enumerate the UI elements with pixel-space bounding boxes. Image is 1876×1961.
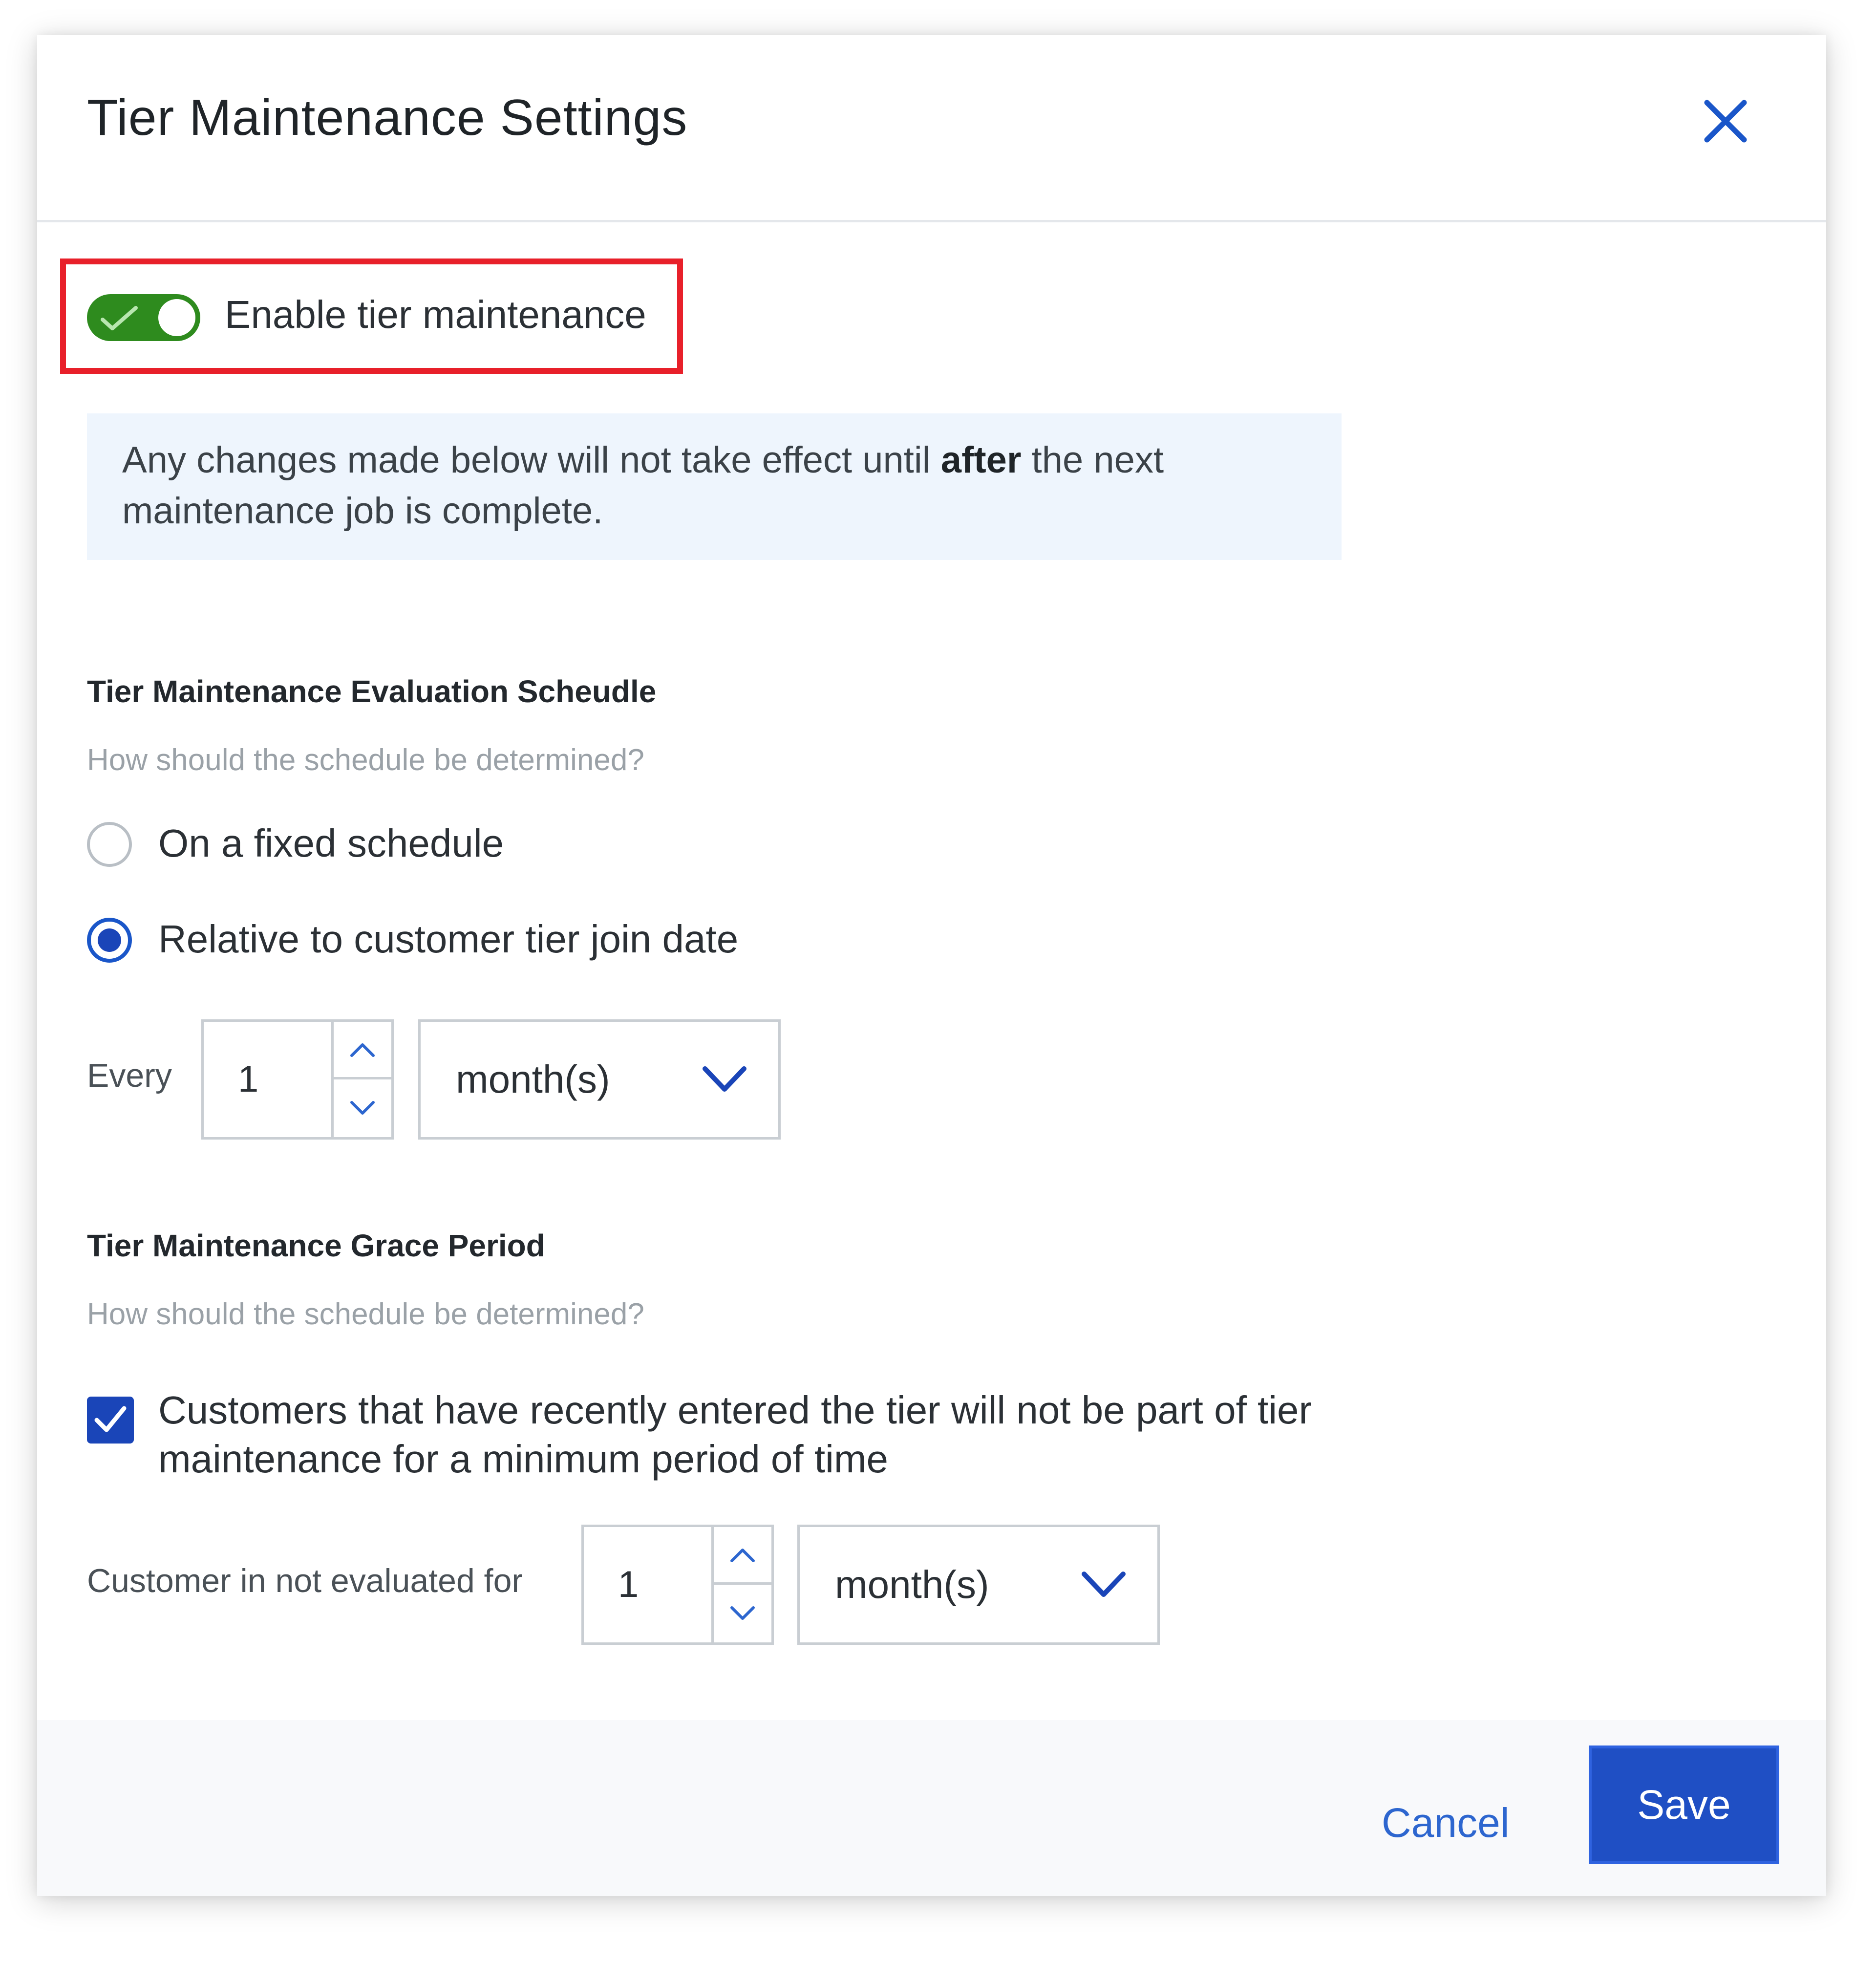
checkmark-icon xyxy=(94,1406,127,1432)
dialog-title: Tier Maintenance Settings xyxy=(87,89,688,146)
chevron-up-icon xyxy=(730,1548,755,1562)
toggle-label: Enable tier maintenance xyxy=(225,293,646,336)
grace-period-stepper[interactable]: 1 xyxy=(581,1525,774,1645)
check-icon xyxy=(101,306,138,330)
stepper-up-button[interactable] xyxy=(714,1527,771,1585)
stepper-up-button[interactable] xyxy=(334,1022,391,1079)
evaluation-interval-stepper[interactable]: 1 xyxy=(201,1019,394,1140)
info-text: Any changes made below will not take eff… xyxy=(122,439,941,481)
dialog-footer xyxy=(37,1720,1826,1896)
evaluation-interval-value: 1 xyxy=(238,1058,259,1100)
grace-period-unit-value: month(s) xyxy=(835,1563,989,1606)
toggle-knob xyxy=(158,299,195,336)
evaluation-unit-value: month(s) xyxy=(456,1057,610,1101)
save-button[interactable]: Save xyxy=(1589,1746,1779,1864)
dialog-header: Tier Maintenance Settings xyxy=(37,35,1826,222)
stepper-down-button[interactable] xyxy=(334,1079,391,1137)
evaluation-unit-select[interactable]: month(s) xyxy=(418,1019,781,1140)
not-evaluated-label: Customer in not evaluated for xyxy=(87,1562,523,1599)
close-icon[interactable] xyxy=(1696,92,1755,151)
stepper-buttons xyxy=(331,1022,391,1137)
cancel-button[interactable]: Cancel xyxy=(1382,1799,1509,1847)
tier-maintenance-dialog: Tier Maintenance Settings Enable tier ma… xyxy=(37,35,1826,1896)
chevron-down-icon xyxy=(1082,1572,1126,1597)
chevron-down-icon xyxy=(350,1101,375,1115)
radio-fixed-schedule-label: On a fixed schedule xyxy=(158,821,504,865)
info-text-bold: after xyxy=(940,439,1022,481)
chevron-down-icon xyxy=(703,1066,746,1092)
stepper-buttons xyxy=(711,1527,771,1642)
every-label: Every xyxy=(87,1057,172,1094)
evaluation-section-title: Tier Maintenance Evaluation Scheudle xyxy=(87,674,657,709)
info-banner: Any changes made below will not take eff… xyxy=(87,413,1342,560)
grace-section-subtitle: How should the schedule be determined? xyxy=(87,1297,644,1331)
chevron-down-icon xyxy=(730,1606,755,1620)
radio-fixed-schedule[interactable] xyxy=(87,822,132,867)
grace-section-title: Tier Maintenance Grace Period xyxy=(87,1228,545,1263)
grace-period-checkbox[interactable] xyxy=(87,1397,134,1444)
evaluation-section-subtitle: How should the schedule be determined? xyxy=(87,743,644,777)
stepper-down-button[interactable] xyxy=(714,1585,771,1642)
grace-period-value: 1 xyxy=(618,1564,639,1605)
grace-period-unit-select[interactable]: month(s) xyxy=(797,1525,1160,1645)
radio-relative-join-date[interactable] xyxy=(87,918,132,963)
enable-tier-maintenance-toggle[interactable] xyxy=(87,294,200,341)
chevron-up-icon xyxy=(350,1043,375,1057)
grace-period-checkbox-label: Customers that have recently entered the… xyxy=(158,1388,1312,1481)
radio-relative-join-date-label: Relative to customer tier join date xyxy=(158,917,739,961)
